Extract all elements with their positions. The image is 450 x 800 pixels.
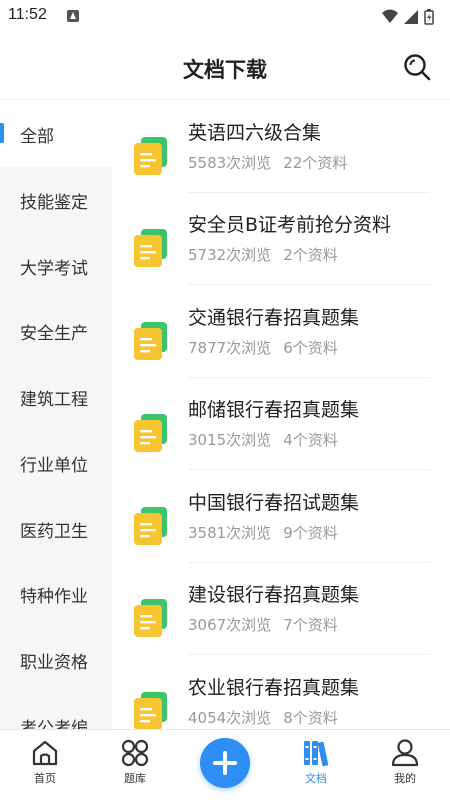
sidebar-item-label: 大学考试 — [20, 259, 88, 279]
sidebar-item-professional-qualification[interactable]: 职业资格 — [0, 627, 112, 693]
status-bar: 11:52 — [0, 0, 450, 34]
file-count: 4个资料 — [283, 431, 338, 449]
sidebar-item-label: 特种作业 — [20, 587, 88, 607]
document-icon — [134, 229, 167, 267]
document-meta: 5583次浏览 22个资料 — [188, 152, 347, 173]
sidebar-item-safety-production[interactable]: 安全生产 — [0, 298, 112, 364]
tab-label: 首页 — [34, 772, 56, 785]
list-item[interactable]: 安全员B证考前抢分资料 5732次浏览 2个资料 — [112, 193, 450, 285]
search-icon — [404, 54, 431, 81]
sidebar-item-all[interactable]: 全部 — [0, 101, 112, 167]
sidebar-item-industry-units[interactable]: 行业单位 — [0, 430, 112, 496]
document-title: 交通银行春招真题集 — [188, 307, 360, 329]
person-icon — [391, 739, 419, 767]
home-icon — [32, 740, 58, 766]
document-title: 邮储银行春招真题集 — [188, 399, 360, 421]
sidebar-item-label: 医药卫生 — [20, 522, 88, 542]
sidebar-item-label: 全部 — [20, 127, 54, 147]
file-count: 7个资料 — [283, 616, 338, 634]
battery-icon — [424, 9, 434, 25]
document-title: 中国银行春招试题集 — [188, 492, 360, 514]
document-icon — [134, 414, 167, 452]
add-button[interactable] — [200, 738, 250, 788]
header-bar: 文档下载 — [0, 34, 450, 100]
sidebar-item-civil-service[interactable]: 考公考编 — [0, 693, 112, 729]
plus-icon — [213, 751, 237, 775]
view-count: 4054次浏览 — [188, 709, 272, 727]
document-icon — [134, 599, 167, 637]
view-count: 5732次浏览 — [188, 246, 272, 264]
view-count: 3067次浏览 — [188, 616, 272, 634]
tab-home[interactable]: 首页 — [10, 738, 80, 794]
tab-label: 我的 — [394, 772, 416, 785]
list-item[interactable]: 邮储银行春招真题集 3015次浏览 4个资料 — [112, 378, 450, 470]
document-meta: 7877次浏览 6个资料 — [188, 337, 338, 358]
wifi-icon — [382, 9, 398, 23]
tab-question-bank[interactable]: 题库 — [100, 738, 170, 794]
tab-profile[interactable]: 我的 — [370, 738, 440, 794]
document-title: 建设银行春招真题集 — [188, 584, 360, 606]
sidebar-item-label: 行业单位 — [20, 456, 88, 476]
sidebar-item-label: 建筑工程 — [20, 390, 88, 410]
divider — [188, 284, 430, 285]
document-meta: 5732次浏览 2个资料 — [188, 244, 338, 265]
sidebar-item-skill-appraisal[interactable]: 技能鉴定 — [0, 167, 112, 233]
grid-icon — [121, 739, 149, 767]
document-title: 农业银行春招真题集 — [188, 677, 360, 699]
document-title: 安全员B证考前抢分资料 — [188, 214, 392, 236]
sidebar-item-university-exam[interactable]: 大学考试 — [0, 233, 112, 299]
bottom-tab-bar: 首页 题库 文档 我的 — [0, 729, 450, 800]
document-title: 英语四六级合集 — [188, 122, 322, 144]
sidebar-item-construction[interactable]: 建筑工程 — [0, 364, 112, 430]
category-sidebar: 全部 技能鉴定 大学考试 安全生产 建筑工程 行业单位 医药卫生 特种作业 职业… — [0, 101, 112, 729]
sidebar-item-label: 技能鉴定 — [20, 193, 88, 213]
divider — [188, 654, 430, 655]
document-icon — [134, 137, 167, 175]
view-count: 3581次浏览 — [188, 524, 272, 542]
view-count: 3015次浏览 — [188, 431, 272, 449]
sidebar-item-label: 职业资格 — [20, 653, 88, 673]
document-meta: 4054次浏览 8个资料 — [188, 707, 338, 728]
tab-label: 题库 — [124, 772, 146, 785]
list-item[interactable]: 中国银行春招试题集 3581次浏览 9个资料 — [112, 471, 450, 563]
view-count: 7877次浏览 — [188, 339, 272, 357]
sidebar-item-label: 安全生产 — [20, 324, 88, 344]
file-count: 6个资料 — [283, 339, 338, 357]
books-icon — [304, 741, 329, 767]
list-item[interactable]: 交通银行春招真题集 7877次浏览 6个资料 — [112, 286, 450, 378]
document-list: 英语四六级合集 5583次浏览 22个资料 安全员B证考前抢分资料 5732次浏览… — [112, 101, 450, 729]
file-count: 22个资料 — [283, 154, 348, 172]
document-icon — [134, 507, 167, 545]
document-icon — [134, 692, 167, 729]
status-time: 11:52 — [8, 6, 47, 23]
status-icons — [380, 8, 440, 26]
document-meta: 3015次浏览 4个资料 — [188, 429, 338, 450]
divider — [188, 469, 430, 470]
sidebar-item-label: 考公考编 — [20, 719, 88, 729]
file-count: 9个资料 — [283, 524, 338, 542]
tab-label: 文档 — [305, 772, 327, 785]
list-item[interactable]: 建设银行春招真题集 3067次浏览 7个资料 — [112, 563, 450, 655]
list-item[interactable]: 英语四六级合集 5583次浏览 22个资料 — [112, 101, 450, 193]
list-item[interactable]: 农业银行春招真题集 4054次浏览 8个资料 — [112, 656, 450, 729]
document-icon — [134, 322, 167, 360]
document-meta: 3581次浏览 9个资料 — [188, 522, 338, 543]
tab-documents[interactable]: 文档 — [281, 738, 351, 794]
view-count: 5583次浏览 — [188, 154, 272, 172]
page-title: 文档下载 — [183, 58, 267, 82]
signal-icon — [404, 10, 418, 24]
sidebar-item-medicine-health[interactable]: 医药卫生 — [0, 496, 112, 562]
file-count: 2个资料 — [283, 246, 338, 264]
document-meta: 3067次浏览 7个资料 — [188, 614, 338, 635]
search-button[interactable] — [402, 52, 432, 82]
app-notification-icon — [67, 10, 79, 22]
active-indicator — [0, 123, 4, 143]
file-count: 8个资料 — [283, 709, 338, 727]
sidebar-item-special-operations[interactable]: 特种作业 — [0, 561, 112, 627]
